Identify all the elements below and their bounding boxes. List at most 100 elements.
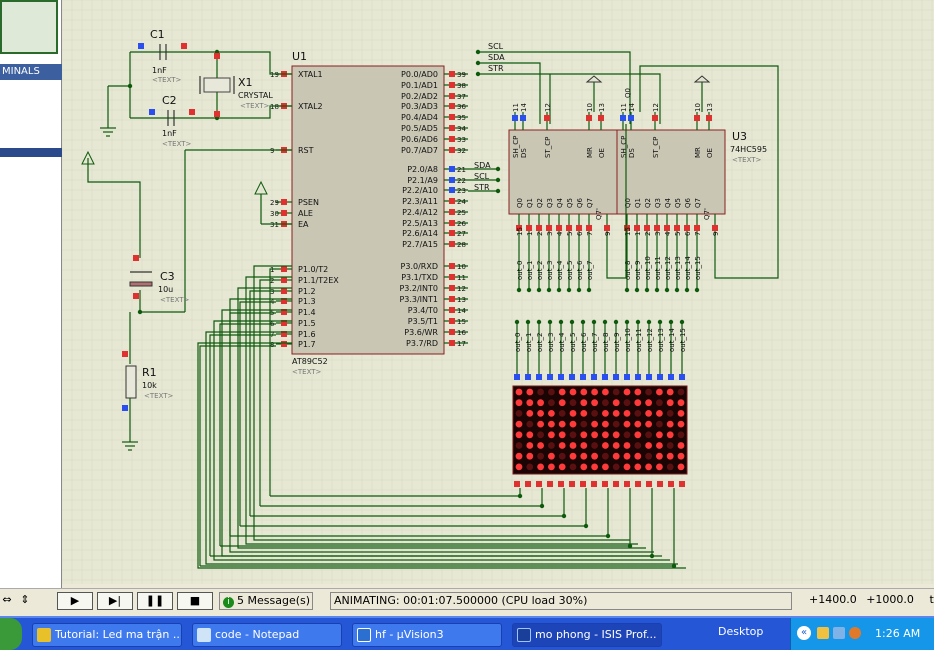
tray-back-icon[interactable]: « — [797, 626, 811, 640]
u1-pin-name: P2.7/A15 — [402, 240, 438, 249]
u1-pin-num: 16 — [457, 329, 466, 337]
led-dot — [666, 399, 674, 407]
u1-pin-num: 9 — [270, 147, 274, 155]
u1-pin-name: P0.3/AD3 — [401, 102, 438, 111]
stop-button[interactable]: ■ — [177, 592, 213, 610]
sr-output-marker — [586, 225, 592, 231]
matrix-row-marker — [525, 481, 531, 487]
overview-window[interactable] — [0, 0, 58, 54]
matrix-col-label: out_12 — [646, 328, 654, 352]
matrix-row-marker — [514, 481, 520, 487]
junction-dot — [516, 287, 522, 293]
led-dot — [634, 431, 642, 439]
u1-pin-marker — [449, 340, 455, 346]
led-dot — [677, 420, 685, 428]
orientation-arrows-icon[interactable]: ⇔ — [0, 592, 14, 610]
led-dot — [634, 442, 642, 449]
tray-volume-icon[interactable] — [849, 627, 861, 639]
pin-marker — [214, 53, 220, 59]
sr-output-marker — [674, 225, 680, 231]
messages-button[interactable]: i5 Message(s) — [219, 592, 313, 610]
x1-ref: X1 — [238, 76, 253, 89]
schematic-canvas[interactable]: U1 AT89C52 <TEXT> 19 XTAL1 18 XTAL2 9 RST 29 PSEN 3… — [62, 0, 934, 584]
matrix-col-marker — [569, 374, 575, 380]
junction-dot — [558, 319, 564, 325]
u1-pin-name: P1.1/T2EX — [298, 276, 339, 285]
u1-pin-name: PSEN — [298, 198, 319, 207]
led-dot — [645, 452, 652, 460]
p1-row-wire — [219, 323, 276, 546]
task-uvision[interactable]: hf - µVision3 — [352, 623, 502, 647]
junction-dot — [646, 319, 652, 325]
u1-pin-marker — [281, 210, 287, 216]
u1-pin-num: 8 — [270, 341, 274, 349]
sr-input-name: OE — [598, 148, 606, 158]
matrix-row-marker — [624, 481, 630, 487]
out-label: out_15 — [694, 256, 702, 280]
led-dot — [515, 388, 523, 396]
led-dot — [537, 431, 544, 439]
sr-output-marker — [684, 225, 690, 231]
u1-pin-num: 28 — [457, 241, 466, 249]
task-chrome[interactable]: Tutorial: Led ma trận ... — [32, 623, 182, 647]
matrix-col-label: out_2 — [536, 333, 544, 352]
u1-pin-name: RST — [298, 146, 314, 155]
c3-text: <TEXT> — [160, 296, 190, 304]
play-button[interactable]: ▶ — [57, 592, 93, 610]
out-label: out_1 — [526, 261, 534, 280]
sr-q7s-label: Q7' — [703, 208, 711, 220]
u1-pin-num: 17 — [457, 340, 466, 348]
matrix-col-marker — [514, 374, 520, 380]
u1-pin-num: 34 — [457, 125, 466, 133]
step-button[interactable]: ▶| — [97, 592, 133, 610]
led-dot — [612, 431, 620, 439]
start-button[interactable] — [0, 618, 22, 650]
out-label: out_11 — [654, 256, 662, 280]
led-dot — [591, 420, 598, 428]
junction-dot — [546, 287, 552, 293]
u1-pin-name: P2.3/A11 — [402, 197, 438, 206]
task-notepad[interactable]: code - Notepad — [192, 623, 342, 647]
p2-net-dot — [495, 188, 501, 194]
out-label: out_0 — [516, 261, 524, 280]
r1-text: <TEXT> — [144, 392, 174, 400]
led-dot — [569, 399, 577, 407]
led-dot — [548, 463, 555, 471]
matrix-row-marker — [580, 481, 586, 487]
junction-dot — [561, 513, 567, 519]
led-dot — [666, 452, 674, 460]
led-dot — [612, 420, 620, 428]
desktop-toolbar-label[interactable]: Desktop — [718, 625, 763, 638]
task-isis[interactable]: mo phong - ISIS Prof... — [512, 623, 662, 647]
u1-pin-name: P1.3 — [298, 297, 316, 306]
sr-output-marker — [546, 225, 552, 231]
matrix-row-marker — [558, 481, 564, 487]
led-dot — [526, 410, 534, 417]
out-label: out_12 — [664, 256, 672, 280]
junction-dot — [664, 287, 670, 293]
u1-pin-marker — [449, 296, 455, 302]
led-dot — [569, 463, 577, 471]
updown-arrows-icon[interactable]: ⇕ — [18, 592, 32, 610]
sr-output-num: 1 — [634, 232, 642, 236]
u1-pin-num: 36 — [457, 103, 466, 111]
c3-value: 10u — [158, 285, 173, 294]
sr-output-name: Q2 — [536, 198, 544, 208]
pin-marker — [133, 293, 139, 299]
u1-pin-marker — [449, 93, 455, 99]
matrix-col-label: out_14 — [668, 328, 676, 352]
u1-pin-marker — [449, 329, 455, 335]
junction-dot — [566, 287, 572, 293]
u1-pin-marker — [449, 241, 455, 247]
sr-input-marker — [598, 115, 604, 121]
u1-pin-marker — [449, 187, 455, 193]
tray-network-icon[interactable] — [833, 627, 845, 639]
u1-pin-name: P3.3/INT1 — [399, 295, 438, 304]
u1-pin-num: 3 — [270, 288, 274, 296]
sr-output-name: Q5 — [674, 198, 682, 208]
matrix-col-label: out_13 — [657, 328, 665, 352]
u1-pin-marker — [449, 136, 455, 142]
pause-button[interactable]: ❚❚ — [137, 592, 173, 610]
tray-app-icon[interactable] — [817, 627, 829, 639]
terminals-list-selected-item[interactable] — [0, 148, 62, 157]
